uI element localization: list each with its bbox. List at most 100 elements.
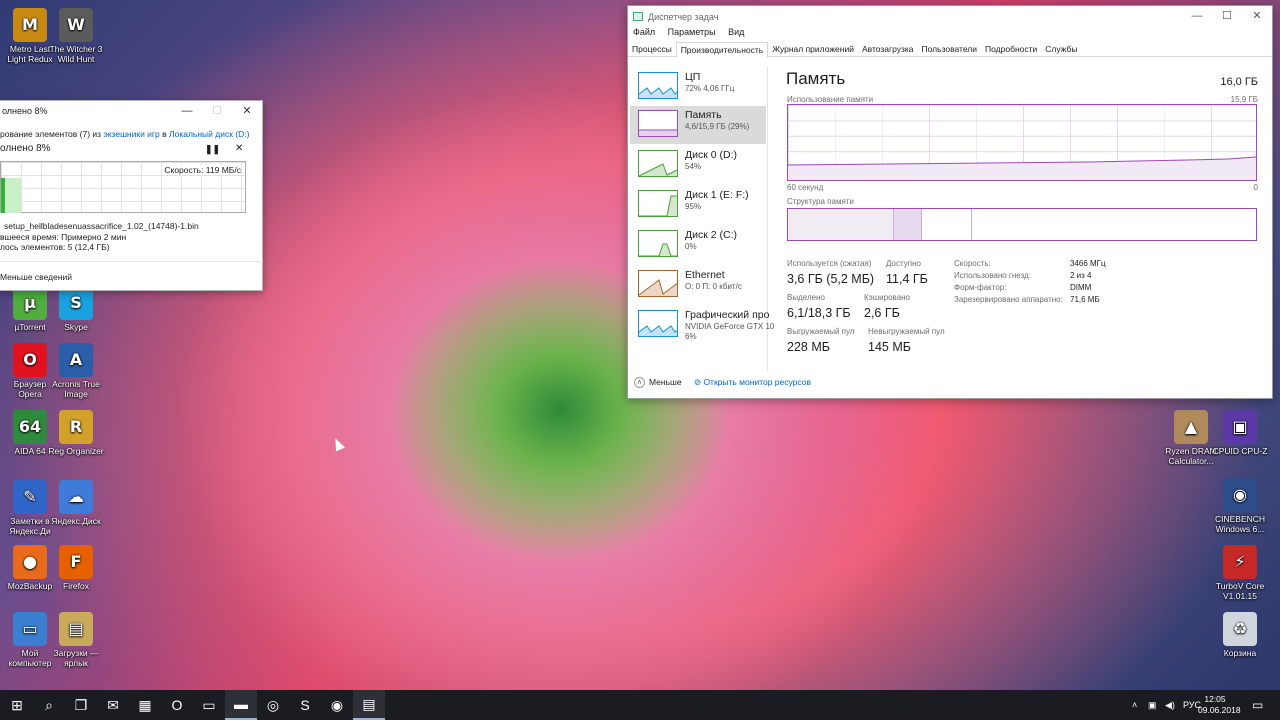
cached-label: Кэшировано	[864, 293, 911, 302]
network-icon[interactable]: ▣	[1148, 690, 1157, 720]
detail-label: Использовано гнезд:	[954, 271, 1031, 280]
tab-3[interactable]: Автозагрузка	[858, 42, 918, 57]
desktop-shortcut[interactable]: S Skype	[48, 286, 104, 332]
sidebar-item[interactable]: Диск 0 (D:) 54%	[630, 146, 766, 184]
x-axis-right-label: 0	[1253, 183, 1258, 192]
committed-value: 6,1/18,3 ГБ	[787, 306, 851, 320]
desktop-shortcut-label: TurboV Core V1.01.15	[1215, 581, 1265, 601]
source-folder-link[interactable]: экзешники игр	[103, 129, 159, 139]
sidebar-item-name: Диск 2 (C:)	[685, 229, 737, 241]
start-windows-icon[interactable]: ⊞	[1, 690, 33, 720]
desktop-shortcut[interactable]: W The Witcher 3 Wild Hunt	[48, 8, 104, 64]
sidebar-item-sub2: 6%	[685, 332, 697, 341]
tab-1[interactable]: Производительность	[675, 42, 769, 58]
tab-6[interactable]: Службы	[1041, 42, 1081, 57]
x-axis-left-label: 60 секунд	[787, 183, 824, 192]
desktop-shortcut-label: Корзина	[1223, 648, 1257, 658]
desktop-shortcut[interactable]: ♻ Корзина	[1212, 612, 1268, 658]
pause-button[interactable]: ❚❚	[205, 144, 220, 155]
desktop-shortcut[interactable]: ◉ CINEBENCH Windows 6...	[1212, 478, 1268, 534]
copy-dialog-title: олнено 8%	[2, 106, 48, 116]
detail-value: 2 из 4	[1070, 271, 1092, 280]
clock-time: 12:05	[1204, 694, 1226, 704]
close-button[interactable]: ✕	[1242, 6, 1272, 26]
desktop-shortcut[interactable]: ▤ Загрузки — ярлык	[48, 612, 104, 668]
task-manager-icon	[633, 12, 643, 21]
skype-taskbar-icon[interactable]: S	[289, 690, 321, 720]
mail-icon[interactable]: ✉	[97, 690, 129, 720]
maximize-button[interactable]: ☐	[1212, 6, 1242, 26]
sidebar-item-sub: 72% 4,06 ГГц	[685, 84, 735, 93]
sidebar-item[interactable]: Диск 1 (E: F:) 95%	[630, 186, 766, 224]
sidebar-item[interactable]: Память 4,6/15,9 ГБ (29%)	[630, 106, 766, 144]
sidebar-item-name: Диск 0 (D:)	[685, 149, 737, 161]
sidebar-item[interactable]: ЦП 72% 4,06 ГГц	[630, 68, 766, 106]
detail-value: 71,6 МБ	[1070, 295, 1100, 304]
committed-label: Выделено	[787, 293, 825, 302]
sidebar-thumbnail-chart	[638, 310, 678, 337]
cached-value: 2,6 ГБ	[864, 306, 900, 320]
utorrent-icon: µ	[13, 286, 47, 320]
memory-usage-chart	[787, 104, 1257, 181]
desktop-shortcut[interactable]: ⚡ TurboV Core V1.01.15	[1212, 545, 1268, 601]
desktop-shortcut[interactable]: A Acronis True Image	[48, 343, 104, 399]
desktop-shortcut[interactable]: ▣ CPUID CPU-Z	[1212, 410, 1268, 456]
chevron-up-icon[interactable]: ˄	[1132, 690, 1137, 720]
close-button[interactable]: ✕	[232, 101, 262, 121]
mouse-cursor-icon	[330, 436, 346, 452]
sidebar-item[interactable]: Диск 2 (C:) 0%	[630, 226, 766, 264]
desktop-shortcut[interactable]: R Reg Organizer	[48, 410, 104, 456]
menu-options[interactable]: Параметры	[668, 27, 716, 37]
detail-value: 3466 МГц	[1070, 259, 1106, 268]
desktop-shortcut[interactable]: ☁ Яндекс.Диск	[48, 480, 104, 526]
destination-link[interactable]: Локальный диск (D:)	[169, 129, 249, 139]
paged-pool-value: 228 МБ	[787, 340, 830, 354]
tab-5[interactable]: Подробности	[981, 42, 1041, 57]
notifications-icon[interactable]: ▭	[1252, 690, 1263, 720]
sidebar-item[interactable]: Графический про NVIDIA GeForce GTX 10 6%	[630, 306, 774, 344]
chevron-up-icon[interactable]: ˄	[634, 377, 645, 388]
copy-speed-label: Скорость: 119 МБ/с	[164, 165, 241, 175]
tab-4[interactable]: Пользователи	[918, 42, 981, 57]
computer-taskbar-icon[interactable]: ▭	[193, 690, 225, 720]
ryzen-dram-icon: ▲	[1174, 410, 1208, 444]
tab-2[interactable]: Журнал приложений	[768, 42, 858, 57]
copy-dialog-titlebar[interactable]: олнено 8% — ☐ ✕	[0, 101, 262, 121]
fewer-details-button[interactable]: Меньше	[649, 377, 682, 387]
reg-organizer-icon: R	[59, 410, 93, 444]
minimize-button[interactable]: —	[172, 101, 202, 121]
desktop-shortcut[interactable]: ▲ Ryzen DRAM Calculator...	[1163, 410, 1219, 466]
task-view-icon[interactable]: ❐	[65, 690, 97, 720]
sidebar-item[interactable]: Ethernet О: 0 П: 0 кбит/с	[630, 266, 766, 304]
menu-view[interactable]: Вид	[728, 27, 744, 37]
fewer-details-button[interactable]: Меньше сведений	[0, 272, 72, 282]
sidebar-thumbnail-chart	[638, 72, 678, 99]
desktop-shortcut-label: Загрузки — ярлык	[53, 648, 99, 668]
taskmgr-taskbar-icon[interactable]: ▤	[353, 690, 385, 720]
sidebar-item-sub: 54%	[685, 162, 702, 171]
tab-bar: Процессы Производительность Журнал приложе…	[628, 42, 1272, 58]
search-icon[interactable]: ⌕	[33, 690, 65, 720]
explorer-taskbar-icon[interactable]: ▬	[225, 690, 257, 720]
memory-usage-line	[787, 156, 1257, 180]
resource-monitor-link[interactable]: ⊘ Открыть монитор ресурсов	[694, 377, 811, 387]
standby-segment[interactable]	[922, 209, 972, 240]
firefox-taskbar-icon[interactable]: ◉	[321, 690, 353, 720]
clock[interactable]: 12:05 09.06.2018	[1198, 694, 1241, 716]
cancel-copy-button[interactable]: ✕	[235, 143, 243, 154]
usage-label: Использование памяти	[787, 95, 874, 104]
minimize-button[interactable]: —	[1182, 6, 1212, 26]
opera-taskbar-icon[interactable]: O	[161, 690, 193, 720]
calculator-icon[interactable]: ▦	[129, 690, 161, 720]
copy-percent-label: олнено 8%	[0, 143, 51, 154]
desktop-shortcut-label: Acronis True Image	[52, 379, 100, 399]
memory-capacity: 16,0 ГБ	[1220, 76, 1258, 88]
paged-pool-label: Выгружаемый пул	[787, 327, 855, 336]
volume-icon[interactable]: ◀)	[1165, 690, 1175, 720]
steam-icon[interactable]: ◎	[257, 690, 289, 720]
tab-0[interactable]: Процессы	[628, 42, 676, 57]
desktop-shortcut[interactable]: F Firefox	[48, 545, 104, 591]
menu-file[interactable]: Файл	[633, 27, 655, 37]
in-use-segment[interactable]	[788, 209, 894, 240]
modified-segment[interactable]	[894, 209, 922, 240]
